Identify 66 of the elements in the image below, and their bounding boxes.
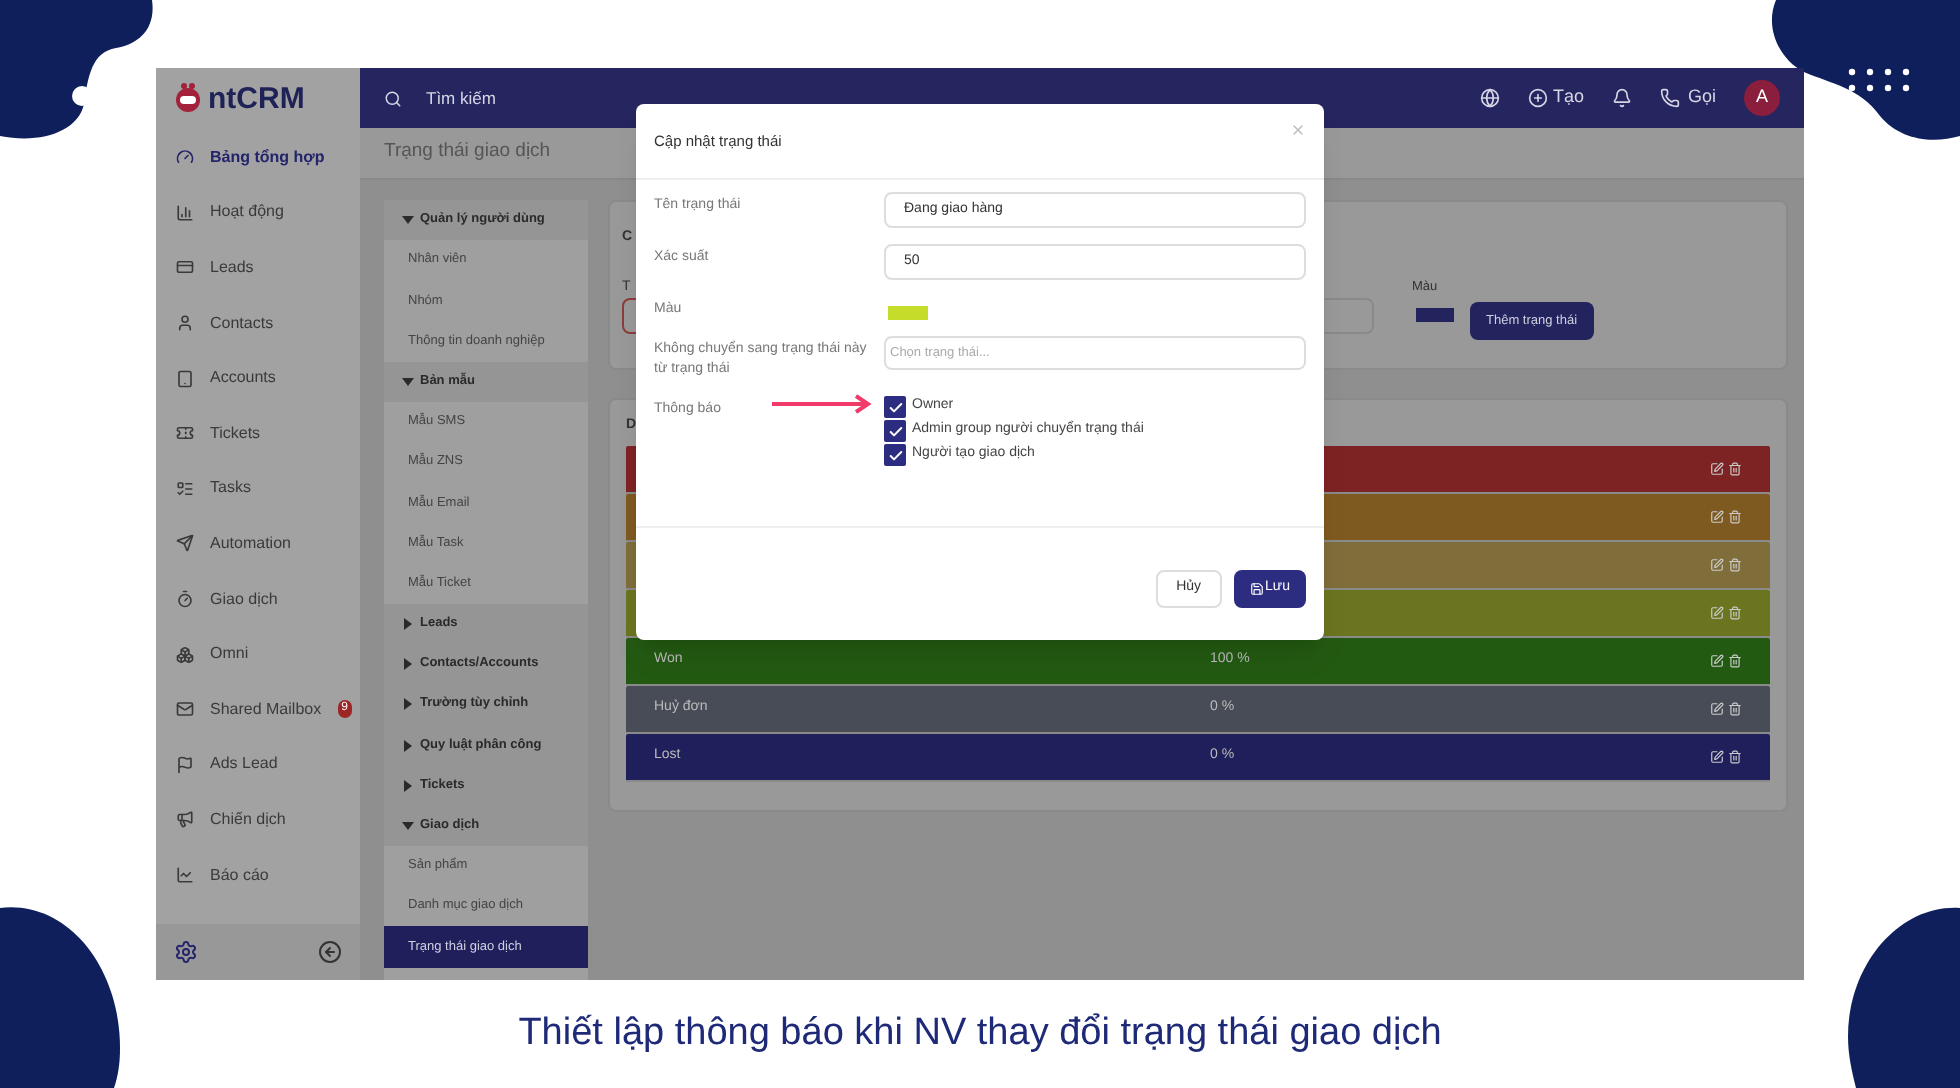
timer-icon	[176, 590, 194, 609]
flag-icon	[176, 755, 194, 774]
card-icon	[176, 258, 194, 277]
caret-right-icon	[402, 779, 414, 792]
checkbox[interactable]	[884, 444, 906, 466]
delete-icon[interactable]	[1728, 653, 1742, 667]
sidebar-item[interactable]: Automation	[156, 516, 360, 572]
megaphone-icon	[176, 810, 194, 829]
sidebar-item[interactable]: Tasks	[156, 461, 360, 517]
sidebar-item[interactable]: Accounts	[156, 350, 360, 406]
bell-icon[interactable]	[1611, 88, 1632, 108]
edit-icon[interactable]	[1710, 653, 1724, 667]
delete-icon[interactable]	[1728, 749, 1742, 763]
page-title: Trạng thái giao dịch	[384, 138, 551, 167]
caret-right-icon	[402, 658, 414, 671]
sidebar-item[interactable]: Hoạt động	[156, 185, 360, 241]
color-swatch[interactable]	[888, 306, 928, 320]
collapse-icon[interactable]	[318, 940, 342, 964]
plus-circle-icon	[1528, 88, 1549, 108]
checkbox[interactable]	[884, 396, 906, 418]
checkbox[interactable]	[884, 420, 906, 442]
call-button[interactable]: Gọi	[1659, 84, 1716, 112]
ticket-icon	[176, 424, 194, 443]
sidebar-item[interactable]: Báo cáo	[156, 847, 360, 903]
robot-logo-icon	[172, 82, 204, 114]
line-chart-icon	[176, 866, 194, 885]
sidebar-item[interactable]: Chiến dịch	[156, 792, 360, 848]
tablet-icon	[176, 369, 194, 388]
caret-right-icon	[402, 698, 414, 711]
delete-icon[interactable]	[1728, 701, 1742, 715]
pointer-arrow-drawing	[770, 394, 874, 414]
delete-icon[interactable]	[1728, 461, 1742, 475]
mail-icon	[176, 700, 194, 719]
sidebar-item[interactable]: Leads	[156, 240, 360, 296]
caret-down-icon	[402, 375, 414, 388]
edit-icon[interactable]	[1710, 509, 1724, 523]
caret-right-icon	[402, 617, 414, 630]
phone-icon	[1659, 88, 1680, 108]
sidebar-item[interactable]: Giao dịch	[156, 571, 360, 627]
search-icon	[384, 89, 402, 107]
edit-icon[interactable]	[1710, 701, 1724, 715]
globe-icon[interactable]	[1480, 88, 1501, 108]
create-button[interactable]: Tạo	[1528, 84, 1584, 112]
avatar[interactable]: A	[1744, 80, 1780, 116]
settings-icon[interactable]	[174, 940, 198, 964]
sidebar-item[interactable]: Ads Lead	[156, 737, 360, 793]
gauge-icon	[176, 148, 194, 167]
list-icon	[176, 479, 194, 498]
color-swatch[interactable]	[1416, 308, 1454, 322]
caret-right-icon	[402, 739, 414, 752]
caption-text: Thiết lập thông báo khi NV thay đổi trạng thái giao dịch	[518, 1009, 1442, 1058]
sidebar-item[interactable]: Bảng tổng hợp	[156, 130, 360, 186]
sidebar-item[interactable]: Omni	[156, 626, 360, 682]
bar-chart-icon	[176, 203, 194, 222]
search-field[interactable]: Tìm kiếm	[426, 85, 496, 111]
caret-down-icon	[402, 214, 414, 227]
boxes-icon	[176, 645, 194, 664]
sidebar-item[interactable]: Contacts	[156, 295, 360, 351]
send-icon	[176, 534, 194, 553]
save-icon	[1249, 581, 1264, 595]
logo-text: ntCRM	[208, 83, 305, 113]
sidebar-item[interactable]: Tickets	[156, 405, 360, 462]
edit-icon[interactable]	[1710, 461, 1724, 475]
edit-icon[interactable]	[1710, 749, 1724, 763]
caret-down-icon	[402, 819, 414, 832]
user-icon	[176, 314, 194, 333]
